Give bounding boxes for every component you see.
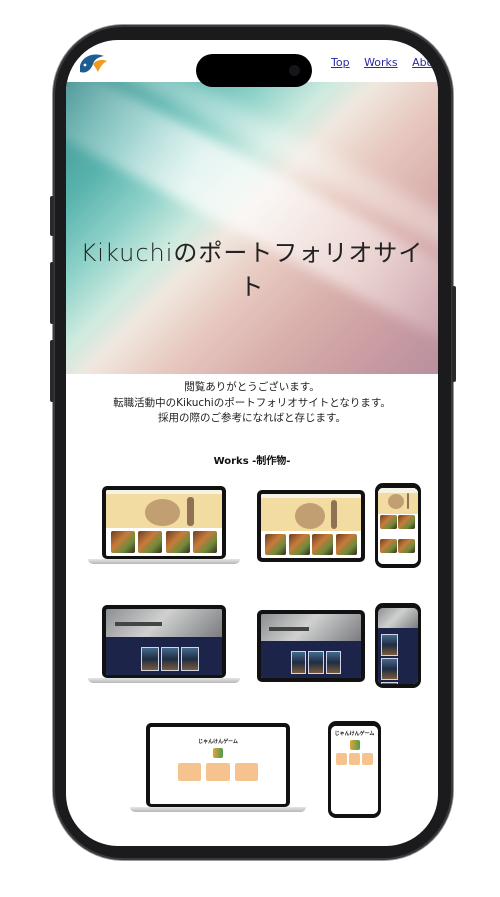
tablet-mockup <box>257 490 365 562</box>
phone-mockup <box>375 483 421 568</box>
intro-line: 閲覧ありがとうございます。 <box>184 381 320 393</box>
camera-icon <box>289 65 300 76</box>
dynamic-island <box>196 54 312 87</box>
nav-link-works[interactable]: Works <box>364 56 398 69</box>
logo-icon[interactable] <box>76 48 110 78</box>
tablet-mockup <box>257 610 365 682</box>
laptop-mockup: じゃんけんゲーム <box>130 723 306 813</box>
site-thumbnail <box>261 494 361 558</box>
site-thumbnail <box>378 608 418 684</box>
top-nav: Top Works About <box>331 56 438 69</box>
site-thumbnail <box>261 614 361 678</box>
power-button <box>452 286 456 382</box>
volume-down-button <box>50 340 54 402</box>
nav-link-about[interactable]: About <box>412 56 438 69</box>
screen: Top Works About Kikuchiのポートフォリオサイト 閲覧ありが… <box>66 40 438 846</box>
janken-title: じゃんけんゲーム <box>334 730 375 737</box>
phone-mockup <box>375 603 421 688</box>
nav-link-top[interactable]: Top <box>331 56 350 69</box>
site-thumbnail: じゃんけんゲーム <box>150 727 286 804</box>
intro-text: 閲覧ありがとうございます。 転職活動中のKikuchiのポートフォリオサイトとな… <box>66 380 438 427</box>
hero-title: Kikuchiのポートフォリオサイト <box>80 239 424 301</box>
site-thumbnail <box>106 609 222 675</box>
volume-up-button <box>50 262 54 324</box>
phone-mockup: じゃんけんゲーム <box>328 721 381 818</box>
hero-banner: Kikuchiのポートフォリオサイト <box>66 82 438 374</box>
laptop-mockup <box>88 486 240 566</box>
site-thumbnail <box>106 490 222 556</box>
mute-switch <box>50 196 54 236</box>
site-thumbnail <box>378 488 418 564</box>
site-thumbnail: じゃんけんゲーム <box>331 726 378 814</box>
intro-line: 転職活動中のKikuchiのポートフォリオサイトとなります。 <box>113 396 391 409</box>
works-heading: Works -制作物- <box>213 456 291 467</box>
intro-line: 採用の際のご参考になればと存じます。 <box>158 412 346 424</box>
laptop-mockup <box>88 605 240 685</box>
janken-title: じゃんけんゲーム <box>198 738 238 745</box>
